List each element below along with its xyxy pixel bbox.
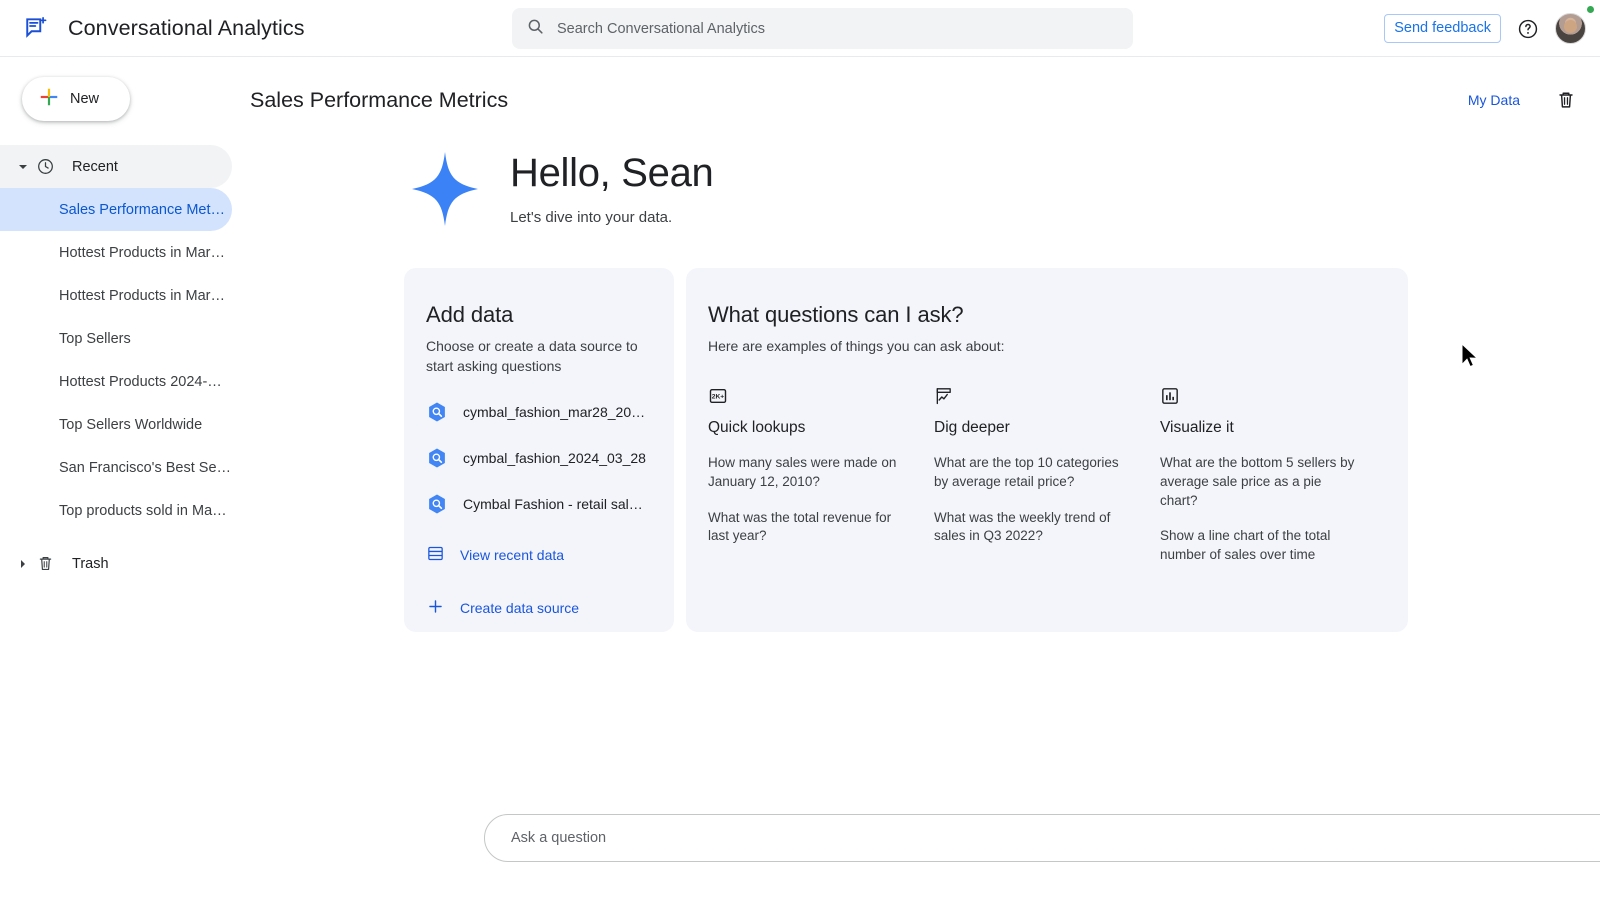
my-data-link[interactable]: My Data (1468, 92, 1520, 108)
question-example[interactable]: How many sales were made on January 12, … (708, 454, 904, 491)
top-app-bar: Conversational Analytics Send feedback (0, 0, 1600, 57)
data-source-item[interactable]: Cymbal Fashion - retail sales … (426, 493, 650, 515)
add-data-title: Add data (426, 302, 650, 328)
greeting-heading: Hello, Sean (510, 153, 714, 193)
greeting-subheading: Let's dive into your data. (510, 209, 714, 226)
new-button-label: New (70, 91, 99, 107)
data-source-item[interactable]: cymbal_fashion_mar28_2024… (426, 401, 650, 423)
clock-icon (34, 156, 56, 178)
main-content: Sales Performance Metrics My Data Hello,… (232, 57, 1600, 900)
question-example[interactable]: What are the bottom 5 sellers by average… (1160, 454, 1356, 510)
new-button[interactable]: New (22, 77, 130, 121)
chevron-down-icon (12, 162, 34, 172)
bigquery-icon (426, 447, 448, 469)
question-column-heading: Visualize it (1160, 419, 1356, 437)
question-columns: 2K+ Quick lookups How many sales were made… (708, 382, 1386, 564)
app-title: Conversational Analytics (68, 16, 305, 41)
svg-text:2K+: 2K+ (712, 394, 725, 401)
table-icon (426, 544, 445, 566)
page-header-actions: My Data (1468, 88, 1578, 112)
plus-icon (426, 597, 445, 619)
create-data-source-link[interactable]: Create data source (426, 597, 650, 619)
brand: Conversational Analytics (22, 13, 305, 43)
question-column: Visualize it What are the bottom 5 seller… (1160, 382, 1386, 564)
sidebar-item-recent[interactable]: Hottest Products in Mar… (0, 231, 232, 274)
search-icon (526, 17, 545, 41)
search-box[interactable] (512, 8, 1133, 49)
sidebar-item-recent[interactable]: Sales Performance Met… (0, 188, 232, 231)
data-source-name: cymbal_fashion_2024_03_28 (463, 450, 646, 466)
data-source-item[interactable]: cymbal_fashion_2024_03_28 (426, 447, 650, 469)
page-title: Sales Performance Metrics (250, 88, 508, 113)
page-header: Sales Performance Metrics My Data (232, 57, 1600, 143)
ask-bar (484, 814, 1600, 862)
data-source-name: cymbal_fashion_mar28_2024… (463, 404, 650, 420)
question-column-heading: Dig deeper (934, 419, 1130, 437)
sidebar-section-trash[interactable]: Trash (0, 542, 232, 585)
greeting-block: Hello, Sean Let's dive into your data. (412, 152, 714, 226)
view-recent-data-label: View recent data (460, 547, 564, 563)
questions-subtitle: Here are examples of things you can ask … (708, 336, 1386, 356)
bigquery-icon (426, 401, 448, 423)
sidebar-item-recent[interactable]: Top Sellers Worldwide (0, 403, 232, 446)
questions-card: What questions can I ask? Here are examp… (686, 268, 1408, 632)
plus-icon-multicolor (38, 86, 60, 113)
data-source-list: cymbal_fashion_mar28_2024… cymbal_fashion… (426, 401, 650, 515)
question-example[interactable]: What was the weekly trend of sales in Q3… (934, 509, 1130, 546)
question-example[interactable]: What are the top 10 categories by averag… (934, 454, 1130, 491)
question-column: Dig deeper What are the top 10 categories… (934, 382, 1160, 564)
sidebar-item-recent[interactable]: Top Sellers (0, 317, 232, 360)
trash-icon (34, 553, 56, 575)
question-column: 2K+ Quick lookups How many sales were made… (708, 382, 934, 564)
create-data-source-label: Create data source (460, 600, 579, 616)
counter-2k-icon: 2K+ (708, 382, 904, 406)
sidebar: New Recent Sales Performance Met…Hottest… (0, 57, 232, 900)
questions-title: What questions can I ask? (708, 302, 1386, 328)
sidebar-section-trash-label: Trash (72, 556, 109, 572)
bigquery-icon (426, 493, 448, 515)
search-input[interactable] (557, 21, 1119, 37)
bar-chart-icon (1160, 382, 1356, 406)
top-bar-actions: Send feedback (1384, 0, 1586, 57)
status-badge (1587, 6, 1594, 13)
chevron-right-icon (12, 559, 34, 569)
help-circle-icon[interactable] (1515, 16, 1541, 42)
ask-question-input[interactable] (484, 814, 1600, 862)
sidebar-item-recent[interactable]: San Francisco's Best Se… (0, 446, 232, 489)
add-data-card: Add data Choose or create a data source … (404, 268, 674, 632)
conversational-analytics-icon (22, 13, 52, 43)
add-data-subtitle: Choose or create a data source to start … (426, 336, 650, 377)
greeting-text: Hello, Sean Let's dive into your data. (510, 153, 714, 226)
sidebar-section-recent[interactable]: Recent (0, 145, 232, 188)
sidebar-section-recent-label: Recent (72, 159, 118, 175)
data-source-name: Cymbal Fashion - retail sales … (463, 496, 650, 512)
sidebar-item-recent[interactable]: Hottest Products in Mar… (0, 274, 232, 317)
recent-list: Sales Performance Met…Hottest Products i… (0, 188, 232, 532)
view-recent-data-link[interactable]: View recent data (426, 544, 650, 566)
delete-conversation-icon[interactable] (1554, 88, 1578, 112)
sidebar-item-recent[interactable]: Top products sold in Ma… (0, 489, 232, 532)
question-example[interactable]: What was the total revenue for last year… (708, 509, 904, 546)
cards-row: Add data Choose or create a data source … (404, 268, 1408, 632)
question-column-heading: Quick lookups (708, 419, 904, 437)
avatar[interactable] (1555, 13, 1586, 44)
sidebar-item-recent[interactable]: Hottest Products 2024-… (0, 360, 232, 403)
send-feedback-button[interactable]: Send feedback (1384, 14, 1501, 43)
sparkle-icon (412, 152, 478, 226)
query-stats-icon (934, 382, 1130, 406)
question-example[interactable]: Show a line chart of the total number of… (1160, 527, 1356, 564)
